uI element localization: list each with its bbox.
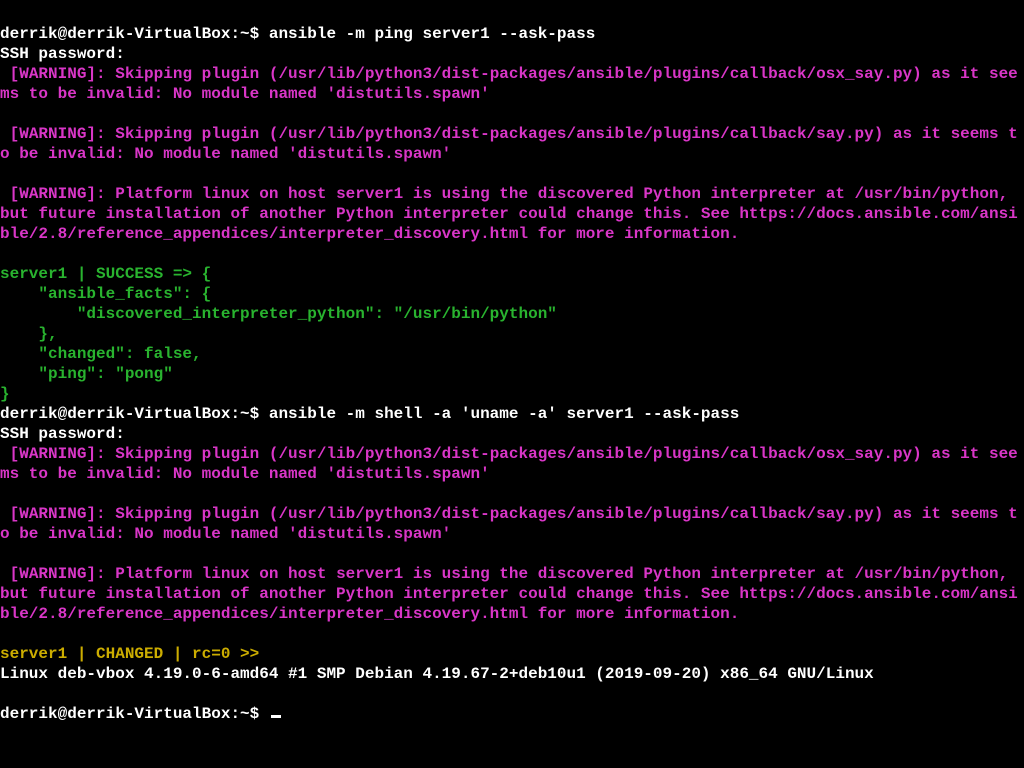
- ansible-success-block: server1 | SUCCESS => { "ansible_facts": …: [0, 265, 557, 403]
- terminal-output[interactable]: derrik@derrik-VirtualBox:~$ ansible -m p…: [0, 4, 1024, 724]
- shell-prompt-1: derrik@derrik-VirtualBox:~$: [0, 25, 269, 43]
- ansible-changed-header: server1 | CHANGED | rc=0 >>: [0, 645, 259, 663]
- cursor-icon: [271, 715, 281, 718]
- warning-say-1: [WARNING]: Skipping plugin (/usr/lib/pyt…: [0, 125, 1018, 163]
- shell-prompt-3: derrik@derrik-VirtualBox:~$: [0, 705, 269, 723]
- warning-platform-1: [WARNING]: Platform linux on host server…: [0, 185, 1018, 243]
- warning-platform-2: [WARNING]: Platform linux on host server…: [0, 565, 1018, 623]
- uname-output: Linux deb-vbox 4.19.0-6-amd64 #1 SMP Deb…: [0, 665, 874, 683]
- warning-say-2: [WARNING]: Skipping plugin (/usr/lib/pyt…: [0, 505, 1018, 543]
- warning-osx-say-2: [WARNING]: Skipping plugin (/usr/lib/pyt…: [0, 445, 1018, 483]
- ssh-password-prompt-1: SSH password:: [0, 45, 125, 63]
- command-1: ansible -m ping server1 --ask-pass: [269, 25, 595, 43]
- ssh-password-prompt-2: SSH password:: [0, 425, 125, 443]
- command-2: ansible -m shell -a 'uname -a' server1 -…: [269, 405, 739, 423]
- shell-prompt-2: derrik@derrik-VirtualBox:~$: [0, 405, 269, 423]
- warning-osx-say-1: [WARNING]: Skipping plugin (/usr/lib/pyt…: [0, 65, 1018, 103]
